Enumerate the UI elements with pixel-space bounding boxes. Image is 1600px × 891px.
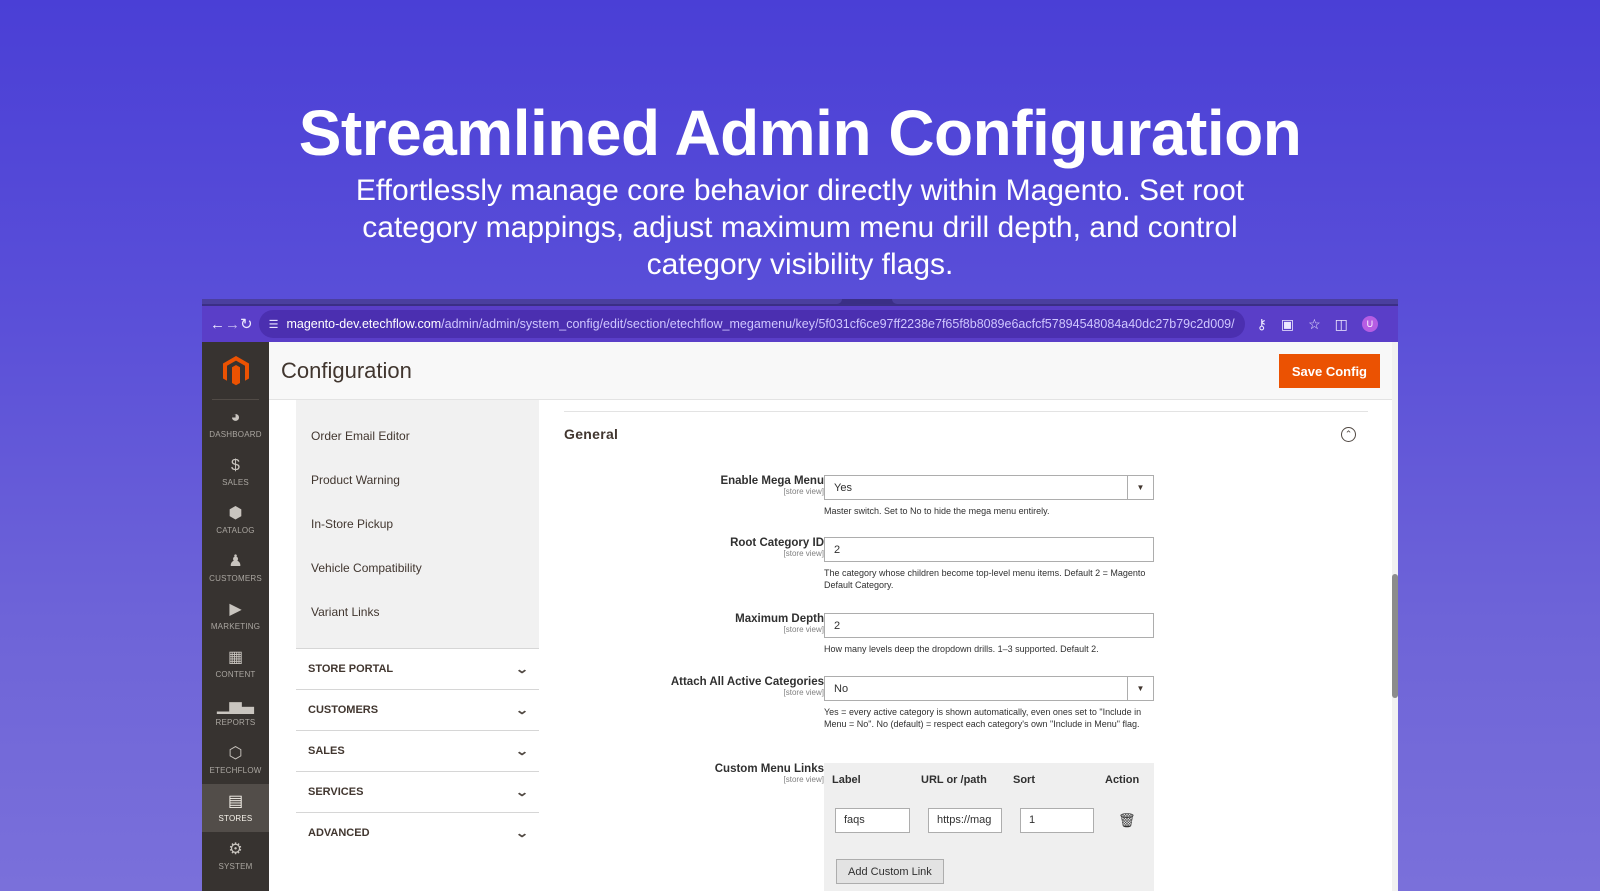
dropdown-arrow-icon: ▼ [1127, 476, 1153, 499]
menu-icon[interactable]: ⋮ [1392, 316, 1398, 333]
enable-mega-menu-select[interactable]: Yes ▼ [824, 475, 1154, 500]
key-icon[interactable]: ⚷ [1257, 316, 1267, 333]
section-title: General [564, 426, 619, 442]
tab-in-store-pickup[interactable]: In-Store Pickup [296, 502, 539, 546]
tab-strip [202, 299, 1398, 306]
sidebar-item-customers[interactable]: ♟ CUSTOMERS [202, 544, 269, 592]
link-label-input[interactable]: faqs [835, 807, 910, 833]
gear-icon: ⚙ [228, 841, 243, 858]
sidebar-item-marketing[interactable]: ▶ MARKETING [202, 592, 269, 640]
url-path: /admin/admin/system_config/edit/section/… [441, 317, 1235, 331]
bar-chart-icon: ▁▅▃ [217, 697, 254, 714]
config-tabs: Order Email Editor Product Warning In-St… [296, 400, 539, 891]
maximum-depth-input[interactable]: 2 [824, 613, 1154, 638]
tab-group-sales[interactable]: SALES ⌄ [296, 730, 539, 771]
hexagon-icon: ⬡ [228, 745, 243, 762]
tab-group-store-portal[interactable]: STORE PORTAL ⌄ [296, 648, 539, 689]
hero-subtitle: Effortlessly manage core behavior direct… [355, 174, 1245, 281]
star-icon[interactable]: ☆ [1308, 316, 1321, 333]
page-header: Configuration Save Config [269, 342, 1398, 400]
store-icon: ▤ [227, 793, 244, 810]
dollar-icon: $ [231, 457, 240, 474]
sidebar-item-etechflow[interactable]: ⬡ ETECHFLOW [202, 736, 269, 784]
config-section: General ⌃ Enable Mega Menu [store view] Y… [564, 400, 1368, 891]
back-icon[interactable]: ← [210, 316, 225, 333]
page-title: Configuration [281, 358, 412, 383]
collapse-icon[interactable]: ⌃ [1341, 426, 1356, 442]
avatar[interactable]: U [1361, 316, 1378, 332]
link-url-input[interactable]: https://mag [928, 807, 1002, 833]
attach-categories-select[interactable]: No ▼ [824, 676, 1154, 701]
content-icon: ▦ [227, 649, 244, 666]
table-row: faqs https://mag 1 🗑 [824, 797, 1154, 843]
main-area: Configuration Save Config Order Email Ed… [269, 342, 1398, 891]
sidebar-item-sales[interactable]: $ SALES [202, 448, 269, 496]
address-bar: ← → ↻ ☰ magento-dev.etechflow.com/admin/… [202, 306, 1398, 342]
forward-icon[interactable]: → [225, 316, 240, 333]
tab-product-warning[interactable]: Product Warning [296, 458, 539, 502]
hero-title: Streamlined Admin Configuration [298, 97, 1302, 169]
tab-group-services[interactable]: SERVICES ⌄ [296, 771, 539, 812]
url-field[interactable]: ☰ magento-dev.etechflow.com/admin/admin/… [258, 310, 1245, 338]
sidebar-item-content[interactable]: ▦ CONTENT [202, 640, 269, 688]
sidebar-item-catalog[interactable]: ⬢ CATALOG [202, 496, 269, 544]
magento-logo-icon[interactable] [212, 342, 259, 400]
reload-icon[interactable]: ↻ [240, 315, 253, 333]
dashboard-icon: ◕ [230, 409, 241, 426]
trash-icon[interactable]: 🗑 [1118, 812, 1136, 829]
save-config-button[interactable]: Save Config [1278, 354, 1380, 388]
chevron-down-icon: ⌄ [514, 744, 530, 758]
sidebar-item-reports[interactable]: ▁▅▃ REPORTS [202, 688, 269, 736]
custom-links-table: Label URL or /path Sort Action faqs http… [824, 763, 1154, 891]
section-header[interactable]: General ⌃ [564, 412, 1368, 456]
root-category-input[interactable]: 2 [824, 537, 1154, 562]
card-icon[interactable]: ▣ [1281, 316, 1294, 333]
url-host: magento-dev.etechflow.com [286, 317, 442, 331]
sidebar-item-stores[interactable]: ▤ STORES [202, 784, 269, 832]
sidebar-item-system[interactable]: ⚙ SYSTEM [202, 832, 269, 880]
admin-sidebar: ◕ DASHBOARD $ SALES ⬢ CATALOG ♟ CUSTOMERS ▶ M… [202, 342, 269, 891]
browser-window: ← → ↻ ☰ magento-dev.etechflow.com/admin/… [202, 299, 1398, 891]
page-scrollbar[interactable] [1392, 342, 1398, 891]
tab-order-email-editor[interactable]: Order Email Editor [296, 414, 539, 458]
chevron-down-icon: ⌄ [514, 662, 530, 676]
site-settings-icon[interactable]: ☰ [269, 318, 279, 331]
extensions-icon[interactable]: ◫ [1335, 316, 1348, 333]
tab-vehicle-compatibility[interactable]: Vehicle Compatibility [296, 546, 539, 590]
tab-variant-links[interactable]: Variant Links [296, 590, 539, 634]
chevron-down-icon: ⌄ [514, 826, 530, 840]
chevron-down-icon: ⌄ [514, 785, 530, 799]
tab-group-advanced[interactable]: ADVANCED ⌄ [296, 812, 539, 853]
chevron-down-icon: ⌄ [514, 703, 530, 717]
sidebar-item-dashboard[interactable]: ◕ DASHBOARD [202, 400, 269, 448]
person-icon: ♟ [228, 553, 243, 570]
link-sort-input[interactable]: 1 [1020, 807, 1094, 833]
magento-admin: ◕ DASHBOARD $ SALES ⬢ CATALOG ♟ CUSTOMERS ▶ M… [202, 342, 1398, 891]
table-header: Label URL or /path Sort Action [832, 774, 1140, 786]
add-custom-link-button[interactable]: Add Custom Link [836, 859, 944, 884]
box-icon: ⬢ [228, 505, 243, 522]
megaphone-icon: ▶ [229, 601, 242, 618]
dropdown-arrow-icon: ▼ [1127, 677, 1153, 700]
tab-group-customers[interactable]: CUSTOMERS ⌄ [296, 689, 539, 730]
